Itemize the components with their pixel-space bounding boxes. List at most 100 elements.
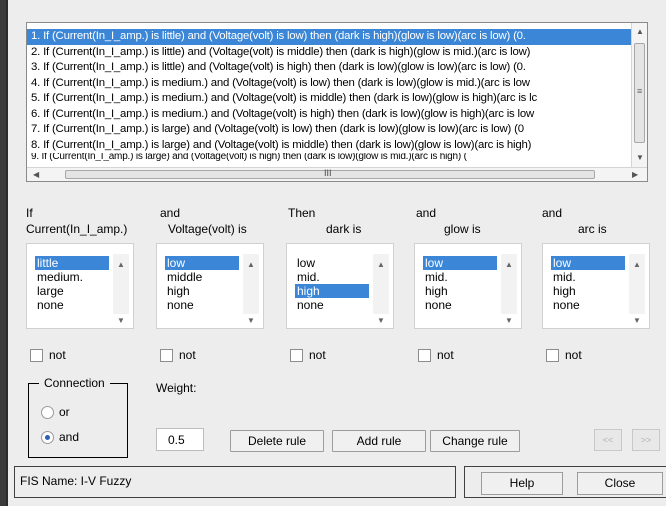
column-header: Then [288, 206, 316, 220]
column-header: and [160, 206, 181, 220]
listbox-option[interactable]: low [165, 256, 239, 270]
fis-name-text: FIS Name: I-V Fuzzy [20, 474, 132, 488]
weight-input[interactable]: 0.5 [156, 428, 204, 451]
variable-label: glow is [444, 222, 481, 236]
close-button[interactable]: Close [577, 472, 663, 495]
scroll-up-arrow-icon[interactable]: ▲ [117, 260, 125, 269]
scroll-up-arrow-icon[interactable]: ▲ [505, 260, 513, 269]
listbox-option[interactable]: mid. [295, 270, 369, 284]
scroll-down-arrow-icon[interactable]: ▼ [633, 316, 641, 325]
listbox-option[interactable]: mid. [551, 270, 625, 284]
column-header: If [26, 206, 33, 220]
rule-editor-window: 1. If (Current(In_I_amp.) is little) and… [6, 0, 666, 506]
listbox-option[interactable]: low [295, 256, 369, 270]
rule-row[interactable]: 4. If (Current(In_I_amp.) is medium.) an… [27, 76, 631, 92]
grip-icon: ≡ [637, 86, 643, 96]
status-bar: FIS Name: I-V Fuzzy [14, 466, 456, 498]
variable-label: arc is [578, 222, 607, 236]
not-label: not [565, 348, 582, 362]
listbox-option[interactable]: little [35, 256, 109, 270]
scroll-down-arrow-icon[interactable]: ▼ [377, 316, 385, 325]
add-rule-button[interactable]: Add rule [332, 430, 426, 452]
bottom-button-panel: Help Close [464, 466, 666, 498]
or-label: or [59, 405, 70, 419]
not-checkbox[interactable] [160, 349, 173, 362]
scroll-down-arrow-icon[interactable]: ▼ [117, 316, 125, 325]
column-header: and [416, 206, 437, 220]
listbox-option[interactable]: high [295, 284, 369, 298]
rule-row[interactable]: 1. If (Current(In_I_amp.) is little) and… [27, 29, 631, 45]
not-checkbox[interactable] [290, 349, 303, 362]
scroll-right-arrow-icon[interactable]: ▶ [632, 170, 638, 180]
rule-items: 1. If (Current(In_I_amp.) is little) and… [27, 29, 631, 169]
listbox-scrollbar[interactable]: ▲ ▼ [629, 254, 645, 325]
membership-listbox[interactable]: low mid. high none ▲ ▼ [286, 243, 394, 329]
listbox-option[interactable]: high [165, 284, 239, 298]
membership-listbox[interactable]: low mid. high none ▲ ▼ [542, 243, 650, 329]
not-label: not [49, 348, 66, 362]
variable-label: Current(In_I_amp.) [26, 222, 128, 236]
variable-label: dark is [326, 222, 362, 236]
delete-rule-button[interactable]: Delete rule [230, 430, 324, 452]
listbox-option[interactable]: low [551, 256, 625, 270]
listbox-scrollbar[interactable]: ▲ ▼ [373, 254, 389, 325]
listbox-option[interactable]: high [551, 284, 625, 298]
rule-row[interactable]: 5. If (Current(In_I_amp.) is medium.) an… [27, 91, 631, 107]
connection-group: Connection or and [28, 376, 128, 458]
listbox-scrollbar[interactable]: ▲ ▼ [243, 254, 259, 325]
rule-listbox[interactable]: 1. If (Current(In_I_amp.) is little) and… [26, 22, 648, 182]
not-checkbox[interactable] [30, 349, 43, 362]
not-label: not [179, 348, 196, 362]
listbox-option[interactable]: large [35, 284, 109, 298]
rule-list-vertical-scrollbar[interactable]: ▲ ≡ ▼ [631, 23, 647, 169]
and-radio[interactable] [41, 431, 54, 444]
column-header: and [542, 206, 563, 220]
listbox-option[interactable]: none [165, 298, 239, 312]
and-label: and [59, 430, 80, 444]
scroll-down-arrow-icon[interactable]: ▼ [636, 153, 644, 163]
rule-row[interactable]: 8. If (Current(In_I_amp.) is large) and … [27, 138, 631, 154]
vertical-scroll-thumb[interactable]: ≡ [634, 43, 645, 143]
not-label: not [309, 348, 326, 362]
rule-list-horizontal-scrollbar[interactable]: ◀ III ▶ [27, 167, 647, 181]
or-radio[interactable] [41, 406, 54, 419]
membership-listbox[interactable]: low mid. high none ▲ ▼ [414, 243, 522, 329]
horizontal-scroll-thumb[interactable]: III [65, 168, 595, 179]
listbox-option[interactable]: none [423, 298, 497, 312]
rule-row[interactable]: 7. If (Current(In_I_amp.) is large) and … [27, 122, 631, 138]
connection-title: Connection [39, 376, 110, 390]
listbox-option[interactable]: none [295, 298, 369, 312]
weight-label: Weight: [156, 381, 197, 395]
rule-row[interactable]: 3. If (Current(In_I_amp.) is little) and… [27, 60, 631, 76]
listbox-scrollbar[interactable]: ▲ ▼ [501, 254, 517, 325]
rule-row[interactable]: 9. If (Current(In_I_amp.) is large) and … [27, 153, 631, 161]
listbox-option[interactable]: high [423, 284, 497, 298]
listbox-option[interactable]: mid. [423, 270, 497, 284]
listbox-option[interactable]: none [551, 298, 625, 312]
not-label: not [437, 348, 454, 362]
variable-label: Voltage(volt) is [168, 222, 247, 236]
listbox-option[interactable]: none [35, 298, 109, 312]
scroll-up-arrow-icon[interactable]: ▲ [636, 27, 644, 37]
listbox-option[interactable]: medium. [35, 270, 109, 284]
change-rule-button[interactable]: Change rule [430, 430, 520, 452]
next-rule-button[interactable]: >> [632, 429, 660, 451]
grip-label: III [324, 168, 332, 178]
scroll-down-arrow-icon[interactable]: ▼ [505, 316, 513, 325]
scroll-up-arrow-icon[interactable]: ▲ [633, 260, 641, 269]
scroll-up-arrow-icon[interactable]: ▲ [247, 260, 255, 269]
rule-row[interactable]: 2. If (Current(In_I_amp.) is little) and… [27, 45, 631, 61]
rule-row[interactable]: 6. If (Current(In_I_amp.) is medium.) an… [27, 107, 631, 123]
not-checkbox[interactable] [418, 349, 431, 362]
membership-listbox[interactable]: low middle high none ▲ ▼ [156, 243, 264, 329]
listbox-option[interactable]: middle [165, 270, 239, 284]
not-checkbox[interactable] [546, 349, 559, 362]
scroll-left-arrow-icon[interactable]: ◀ [33, 170, 39, 180]
previous-rule-button[interactable]: << [594, 429, 622, 451]
listbox-scrollbar[interactable]: ▲ ▼ [113, 254, 129, 325]
listbox-option[interactable]: low [423, 256, 497, 270]
help-button[interactable]: Help [481, 472, 563, 495]
scroll-up-arrow-icon[interactable]: ▲ [377, 260, 385, 269]
membership-listbox[interactable]: little medium. large none ▲ ▼ [26, 243, 134, 329]
scroll-down-arrow-icon[interactable]: ▼ [247, 316, 255, 325]
